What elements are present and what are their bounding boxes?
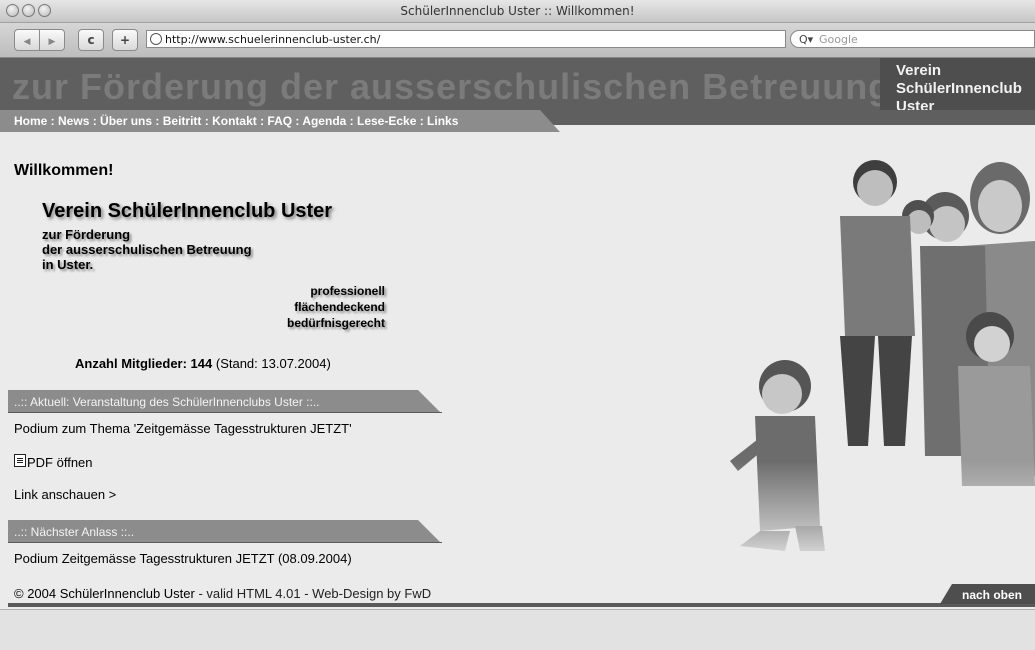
nav-separator: : [346,114,357,128]
search-placeholder: Google [819,33,858,46]
brand-name: Verein SchülerInnenclub Uster [896,62,1035,116]
back-button[interactable]: ◀ [14,29,40,51]
reload-icon: c [87,33,95,47]
footer-separator: - [300,586,313,601]
nav-separator: : [256,114,268,128]
nav-separator: : [416,114,428,128]
browser-toolbar: ◀ ▶ c + http://www.schuelerinnenclub-ust… [0,23,1035,58]
nav-news[interactable]: News [58,114,89,128]
nav-ueber-uns[interactable]: Über uns [100,114,152,128]
slogan-3: bedürfnisgerecht [286,316,385,330]
aktuell-text: Podium zum Thema 'Zeitgemässe Tagesstruk… [14,421,352,436]
welcome-heading: Willkommen! [14,162,114,179]
window-title: SchülerInnenclub Uster :: Willkommen! [400,4,635,18]
back-to-top-label[interactable]: nach oben [962,588,1022,602]
forward-button[interactable]: ▶ [39,29,65,51]
slogan-2: flächendeckend [294,300,385,314]
brand-line-1: Verein [896,62,942,79]
nav-beitritt[interactable]: Beitritt [163,114,202,128]
page-bottom-area [0,609,1035,650]
nav-faq[interactable]: FAQ [267,114,292,128]
pdf-icon[interactable] [14,454,26,467]
next-event-section-underline [8,542,442,543]
slogan-1: professionell [310,284,385,298]
aktuell-heading: ..:: Aktuell: Veranstaltung des SchülerI… [14,395,320,409]
view-link[interactable]: Link anschauen > [14,487,116,502]
globe-icon [150,33,162,45]
nav-separator: : [292,114,303,128]
address-bar[interactable]: http://www.schuelerinnenclub-uster.ch/ [146,30,786,48]
club-logo-title: Verein SchülerInnenclub Uster [42,200,333,222]
club-logo-line-1: zur Förderung [42,227,131,242]
search-field[interactable]: Q▾ Google [790,30,1035,48]
address-url: http://www.schuelerinnenclub-uster.ch/ [165,33,381,46]
web-design-link[interactable]: Web-Design by FwD [312,586,431,601]
nav-separator: : [47,114,59,128]
nav-links[interactable]: Links [427,114,458,128]
nav-lese-ecke[interactable]: Lese-Ecke [357,114,416,128]
brand-line-2: SchülerInnenclub [896,80,1022,97]
search-icon: Q▾ [799,33,814,46]
member-count-label: Anzahl Mitglieder: 144 [75,356,213,371]
pdf-open-link[interactable]: PDF öffnen [27,455,93,470]
next-event-heading: ..:: Nächster Anlass ::.. [14,525,135,539]
nav-separator: : [89,114,101,128]
aktuell-section-underline [8,412,442,413]
nav-separator: : [201,114,213,128]
next-event-text: Podium Zeitgemässe Tagesstrukturen JETZT… [14,551,352,566]
page-content: zur Förderung der ausserschulischen Betr… [0,58,1035,650]
window-titlebar: SchülerInnenclub Uster :: Willkommen! [0,0,1035,23]
reload-button[interactable]: c [78,29,104,51]
nav-separator: : [152,114,163,128]
nav-kontakt[interactable]: Kontakt [212,114,257,128]
member-count: Anzahl Mitglieder: 144 (Stand: 13.07.200… [75,356,331,371]
add-bookmark-button[interactable]: + [112,29,138,51]
nav-home[interactable]: Home [14,114,47,128]
plus-icon: + [119,33,131,47]
club-logo-line-3: in Uster. [42,257,94,272]
footer: © 2004 SchülerInnenclub Uster - valid HT… [14,586,431,601]
forward-arrow-icon: ▶ [48,37,56,47]
footer-divider [8,603,1035,607]
main-navigation: Home : News : Über uns : Beitritt : Kont… [14,114,458,128]
children-photo [700,146,1035,566]
club-logo-line-2: der ausserschulischen Betreuung [42,242,252,257]
valid-html-link[interactable]: valid HTML 4.01 [206,586,300,601]
member-count-date: (Stand: 13.07.2004) [212,356,331,371]
footer-copyright: © 2004 SchülerInnenclub Uster [14,586,195,601]
nav-agenda[interactable]: Agenda [302,114,346,128]
back-arrow-icon: ◀ [23,37,31,47]
footer-separator: - [194,586,207,601]
